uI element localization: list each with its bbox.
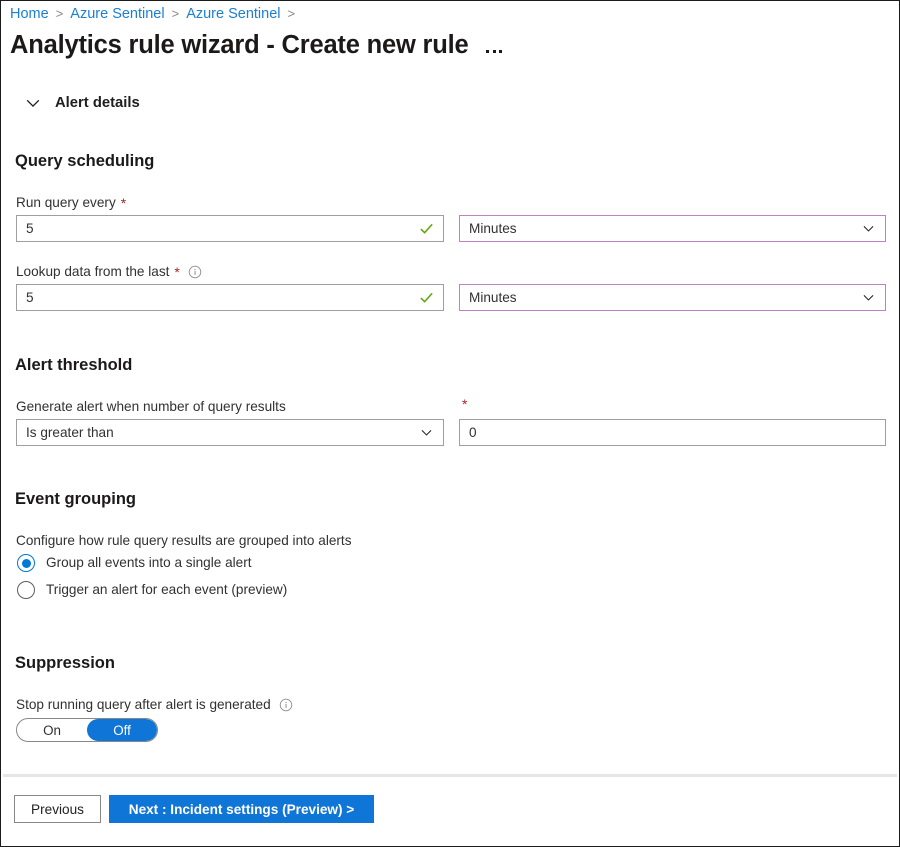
alert-threshold-heading: Alert threshold [15, 356, 133, 374]
suppression-label-text: Stop running query after alert is genera… [16, 697, 271, 712]
lookup-data-unit-value: Minutes [469, 290, 517, 305]
query-scheduling-heading: Query scheduling [15, 152, 155, 170]
breadcrumb: Home > Azure Sentinel > Azure Sentinel > [10, 4, 302, 24]
run-query-every-value: 5 [26, 221, 34, 236]
chevron-down-icon [863, 226, 874, 232]
suppression-toggle[interactable]: On Off [16, 718, 158, 742]
breadcrumb-item-azure-sentinel-2[interactable]: Azure Sentinel [186, 4, 280, 24]
footer-divider [3, 774, 897, 777]
checkmark-icon [420, 223, 433, 234]
breadcrumb-separator: > [287, 6, 296, 21]
run-query-every-label: Run query every * [16, 194, 126, 212]
info-icon[interactable] [279, 698, 293, 712]
breadcrumb-item-home[interactable]: Home [10, 4, 49, 24]
suppression-toggle-on[interactable]: On [17, 719, 87, 741]
lookup-data-unit-select[interactable]: Minutes [459, 284, 886, 311]
lookup-data-value: 5 [26, 290, 34, 305]
ellipsis-dot [492, 50, 496, 53]
alert-details-label: Alert details [55, 95, 140, 111]
suppression-toggle-off[interactable]: Off [87, 719, 157, 741]
info-icon[interactable] [188, 265, 202, 279]
radio-indicator-selected [17, 554, 35, 572]
alert-threshold-value: 0 [469, 425, 477, 440]
analytics-rule-wizard-page: Home > Azure Sentinel > Azure Sentinel >… [0, 0, 900, 847]
suppression-heading: Suppression [15, 654, 115, 672]
radio-indicator-unselected [17, 581, 35, 599]
title-row: Analytics rule wizard - Create new rule [10, 29, 504, 61]
alert-threshold-operator-label-text: Generate alert when number of query resu… [16, 399, 286, 414]
radio-group-all-events-label: Group all events into a single alert [46, 555, 252, 570]
suppression-label: Stop running query after alert is genera… [16, 696, 293, 714]
alert-threshold-operator-value: Is greater than [26, 425, 114, 440]
required-asterisk: * [462, 396, 468, 412]
event-grouping-heading: Event grouping [15, 490, 136, 508]
alert-threshold-value-label: * [462, 396, 468, 412]
chevron-down-icon [421, 430, 432, 436]
run-query-every-label-text: Run query every [16, 195, 116, 210]
event-grouping-description-text: Configure how rule query results are gro… [16, 533, 352, 548]
previous-button[interactable]: Previous [14, 795, 101, 823]
lookup-data-input[interactable]: 5 [16, 284, 444, 311]
radio-group-all-events[interactable]: Group all events into a single alert [17, 554, 252, 572]
ellipsis-dot [499, 50, 503, 53]
alert-details-section-toggle[interactable]: Alert details [25, 93, 140, 113]
page-title: Analytics rule wizard - Create new rule [10, 31, 469, 59]
alert-threshold-operator-label: Generate alert when number of query resu… [16, 398, 286, 416]
checkmark-icon [420, 292, 433, 303]
lookup-data-label: Lookup data from the last * [16, 263, 202, 281]
chevron-down-icon [26, 99, 40, 108]
radio-trigger-each-event-label: Trigger an alert for each event (preview… [46, 582, 288, 597]
lookup-data-label-text: Lookup data from the last [16, 264, 170, 279]
event-grouping-description: Configure how rule query results are gro… [16, 532, 352, 550]
run-query-every-unit-value: Minutes [469, 221, 517, 236]
run-query-every-input[interactable]: 5 [16, 215, 444, 242]
ellipsis-dot [486, 50, 490, 53]
chevron-down-icon [863, 295, 874, 301]
alert-threshold-operator-select[interactable]: Is greater than [16, 419, 444, 446]
required-asterisk: * [174, 264, 180, 280]
required-asterisk: * [120, 195, 127, 211]
breadcrumb-item-azure-sentinel[interactable]: Azure Sentinel [70, 4, 164, 24]
breadcrumb-separator: > [171, 6, 180, 21]
next-button[interactable]: Next : Incident settings (Preview) > [109, 795, 374, 823]
radio-trigger-each-event[interactable]: Trigger an alert for each event (preview… [17, 581, 287, 599]
more-options-icon[interactable] [484, 46, 504, 57]
breadcrumb-separator: > [55, 6, 64, 21]
alert-threshold-value-input[interactable]: 0 [459, 419, 886, 446]
run-query-every-unit-select[interactable]: Minutes [459, 215, 886, 242]
